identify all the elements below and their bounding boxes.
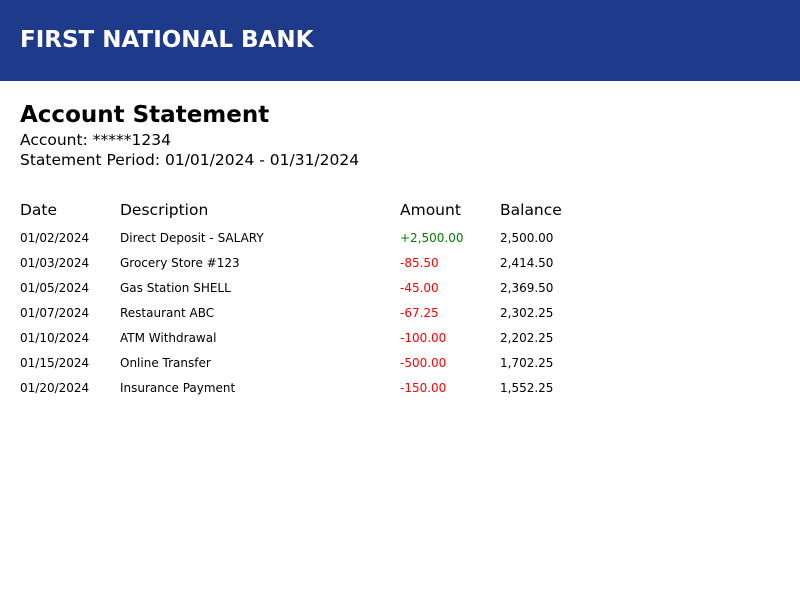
column-header-description: Description	[120, 201, 209, 219]
cell-balance: 2,202.25	[500, 331, 554, 345]
cell-amount: -67.25	[400, 306, 439, 320]
cell-balance: 2,500.00	[500, 231, 554, 245]
table-row: 01/05/2024 Gas Station SHELL -45.00 2,369.5…	[0, 278, 800, 303]
statement-period: Statement Period: 01/01/2024 - 01/31/202…	[20, 151, 360, 169]
cell-amount: -500.00	[400, 356, 447, 370]
column-header-date: Date	[20, 201, 58, 219]
column-header-balance: Balance	[500, 201, 562, 219]
table-row: 01/03/2024 Grocery Store #123 -85.50 2,414.…	[0, 253, 800, 278]
cell-description: Insurance Payment	[120, 381, 236, 395]
cell-date: 01/02/2024	[20, 231, 90, 245]
cell-description: Direct Deposit - SALARY	[120, 231, 264, 245]
cell-balance: 1,702.25	[500, 356, 554, 370]
cell-amount: -85.50	[400, 256, 439, 270]
cell-description: Restaurant ABC	[120, 306, 215, 320]
cell-balance: 2,302.25	[500, 306, 554, 320]
cell-amount: +2,500.00	[400, 231, 464, 245]
cell-date: 01/20/2024	[20, 381, 90, 395]
table-row: 01/02/2024 Direct Deposit - SALARY +2,500.…	[0, 228, 800, 253]
table-body: 01/02/2024 Direct Deposit - SALARY +2,500.…	[0, 228, 800, 403]
cell-balance: 1,552.25	[500, 381, 554, 395]
table-row: 01/20/2024 Insurance Payment -150.00 1,552.…	[0, 378, 800, 403]
table-row: 01/15/2024 Online Transfer -500.00 1,702.25	[0, 353, 800, 378]
cell-description: Online Transfer	[120, 356, 211, 370]
cell-balance: 2,369.50	[500, 281, 554, 295]
account-number: Account: *****1234	[20, 131, 171, 149]
column-header-amount: Amount	[400, 201, 461, 219]
cell-amount: -100.00	[400, 331, 447, 345]
cell-amount: -150.00	[400, 381, 447, 395]
cell-description: Gas Station SHELL	[120, 281, 231, 295]
page-title: Account Statement	[20, 102, 270, 128]
bank-header: FIRST NATIONAL BANK	[0, 0, 800, 81]
cell-amount: -45.00	[400, 281, 439, 295]
cell-date: 01/05/2024	[20, 281, 90, 295]
cell-date: 01/03/2024	[20, 256, 90, 270]
cell-description: Grocery Store #123	[120, 256, 240, 270]
cell-date: 01/15/2024	[20, 356, 90, 370]
cell-date: 01/07/2024	[20, 306, 90, 320]
bank-name: FIRST NATIONAL BANK	[20, 27, 314, 53]
table-row: 01/07/2024 Restaurant ABC -67.25 2,302.25	[0, 303, 800, 328]
cell-date: 01/10/2024	[20, 331, 90, 345]
table-row: 01/10/2024 ATM Withdrawal -100.00 2,202.25	[0, 328, 800, 353]
cell-description: ATM Withdrawal	[120, 331, 217, 345]
cell-balance: 2,414.50	[500, 256, 554, 270]
